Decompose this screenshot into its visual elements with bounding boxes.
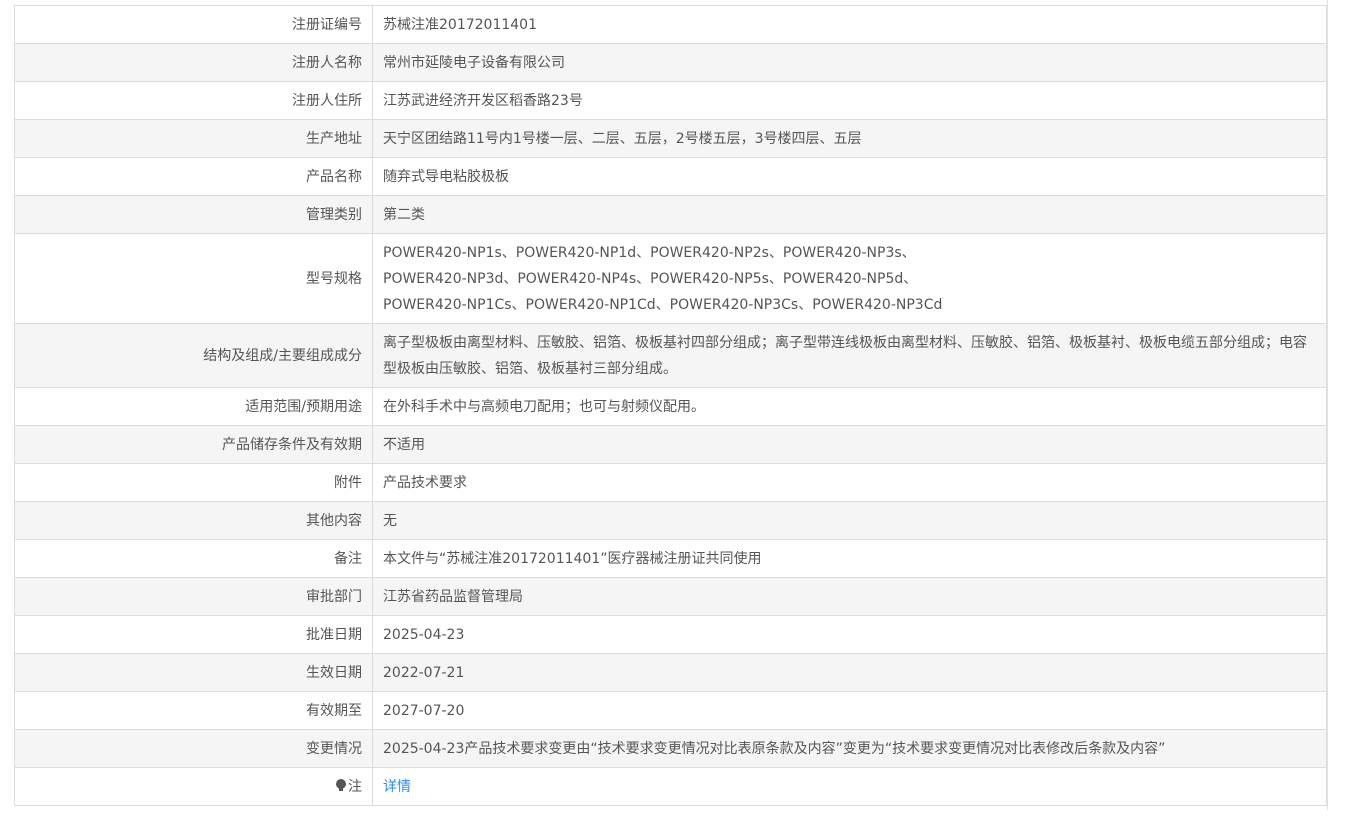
row-label-note: 注 [14, 767, 373, 806]
row-label: 注册人名称 [14, 43, 373, 82]
row-value: 离子型极板由离型材料、压敏胶、铝箔、极板基衬四部分组成；离子型带连线极板由离型材… [372, 323, 1327, 388]
table-row-note: 注 详情 [14, 767, 1327, 806]
row-value-model-specs: POWER420-NP1s、POWER420-NP1d、POWER420-NP2… [372, 233, 1327, 324]
row-value: 产品技术要求 [372, 463, 1327, 502]
row-label: 批准日期 [14, 615, 373, 654]
table-row: 附件 产品技术要求 [14, 463, 1327, 502]
row-label: 其他内容 [14, 501, 373, 540]
row-value: 江苏武进经济开发区稻香路23号 [372, 81, 1327, 120]
scroll-edge-divider [1327, 0, 1328, 810]
row-value: 无 [372, 501, 1327, 540]
row-label: 型号规格 [14, 233, 373, 324]
table-row: 产品名称 随弃式导电粘胶极板 [14, 157, 1327, 196]
row-label: 产品名称 [14, 157, 373, 196]
table-row: 其他内容 无 [14, 501, 1327, 540]
row-value: 本文件与“苏械注准20172011401”医疗器械注册证共同使用 [372, 539, 1327, 578]
row-value-note: 详情 [372, 767, 1327, 806]
row-label: 变更情况 [14, 729, 373, 768]
row-label: 有效期至 [14, 691, 373, 730]
table-row: 有效期至 2027-07-20 [14, 691, 1327, 730]
table-row: 生效日期 2022-07-21 [14, 653, 1327, 692]
model-spec-line: POWER420-NP3d、POWER420-NP4s、POWER420-NP5… [383, 270, 918, 287]
row-label: 产品储存条件及有效期 [14, 425, 373, 464]
row-label: 生产地址 [14, 119, 373, 158]
details-link[interactable]: 详情 [383, 779, 411, 795]
row-value: 2022-07-21 [372, 653, 1327, 692]
row-label: 管理类别 [14, 195, 373, 234]
table-row: 备注 本文件与“苏械注准20172011401”医疗器械注册证共同使用 [14, 539, 1327, 578]
row-label: 附件 [14, 463, 373, 502]
table-row: 生产地址 天宁区团结路11号内1号楼一层、二层、五层，2号楼五层，3号楼四层、五… [14, 119, 1327, 158]
table-row: 批准日期 2025-04-23 [14, 615, 1327, 654]
table-row: 产品储存条件及有效期 不适用 [14, 425, 1327, 464]
row-value: 随弃式导电粘胶极板 [372, 157, 1327, 196]
row-value: 第二类 [372, 195, 1327, 234]
model-spec-line: POWER420-NP1Cs、POWER420-NP1Cd、POWER420-N… [383, 296, 943, 313]
table-row: 结构及组成/主要组成成分 离子型极板由离型材料、压敏胶、铝箔、极板基衬四部分组成… [14, 323, 1327, 388]
row-label: 审批部门 [14, 577, 373, 616]
row-label: 生效日期 [14, 653, 373, 692]
table-row: 注册证编号 苏械注准20172011401 [14, 5, 1327, 44]
registration-detail-table: 注册证编号 苏械注准20172011401 注册人名称 常州市延陵电子设备有限公… [14, 5, 1327, 806]
row-label: 注册证编号 [14, 5, 373, 44]
row-label: 结构及组成/主要组成成分 [14, 323, 373, 388]
registration-detail-panel: 注册证编号 苏械注准20172011401 注册人名称 常州市延陵电子设备有限公… [14, 5, 1327, 806]
table-row: 审批部门 江苏省药品监督管理局 [14, 577, 1327, 616]
row-label: 备注 [14, 539, 373, 578]
row-value: 不适用 [372, 425, 1327, 464]
model-spec-line: POWER420-NP1s、POWER420-NP1d、POWER420-NP2… [383, 244, 916, 261]
row-value: 苏械注准20172011401 [372, 5, 1327, 44]
table-row: 适用范围/预期用途 在外科手术中与高频电刀配用；也可与射频仪配用。 [14, 387, 1327, 426]
table-row: 型号规格 POWER420-NP1s、POWER420-NP1d、POWER42… [14, 233, 1327, 324]
table-row: 注册人住所 江苏武进经济开发区稻香路23号 [14, 81, 1327, 120]
table-row: 注册人名称 常州市延陵电子设备有限公司 [14, 43, 1327, 82]
row-value: 江苏省药品监督管理局 [372, 577, 1327, 616]
table-row: 管理类别 第二类 [14, 195, 1327, 234]
row-label: 适用范围/预期用途 [14, 387, 373, 426]
row-value: 2027-07-20 [372, 691, 1327, 730]
bulb-icon [336, 778, 346, 792]
row-value: 在外科手术中与高频电刀配用；也可与射频仪配用。 [372, 387, 1327, 426]
row-value: 常州市延陵电子设备有限公司 [372, 43, 1327, 82]
table-row: 变更情况 2025-04-23产品技术要求变更由“技术要求变更情况对比表原条款及… [14, 729, 1327, 768]
row-value: 2025-04-23 [372, 615, 1327, 654]
row-value: 2025-04-23产品技术要求变更由“技术要求变更情况对比表原条款及内容”变更… [372, 729, 1327, 768]
row-label: 注册人住所 [14, 81, 373, 120]
note-label: 注 [348, 778, 362, 795]
row-value: 天宁区团结路11号内1号楼一层、二层、五层，2号楼五层，3号楼四层、五层 [372, 119, 1327, 158]
